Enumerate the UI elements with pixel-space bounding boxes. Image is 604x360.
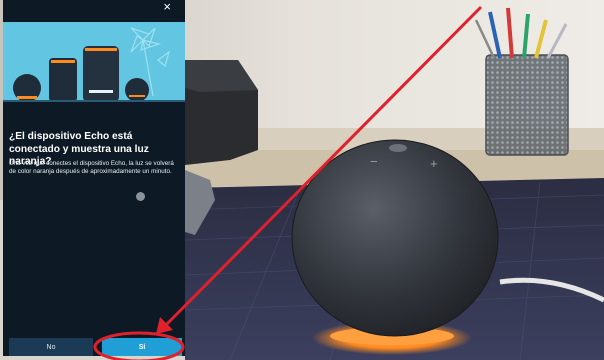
svg-text:+: + (430, 156, 438, 171)
screenshot-stage: + − × ¿El dispositivo Echo está conectad… (0, 0, 604, 360)
no-button[interactable]: No (9, 338, 93, 356)
phone-screen: × ¿El dispositivo Echo está conectado y … (3, 0, 185, 356)
top-bar: × (3, 0, 185, 22)
question-body: Una vez que conectes el dispositivo Echo… (9, 160, 174, 176)
yes-button[interactable]: Sí (102, 338, 182, 356)
loading-dot-icon (136, 192, 145, 201)
svg-text:−: − (370, 154, 378, 169)
close-icon[interactable]: × (163, 0, 171, 14)
